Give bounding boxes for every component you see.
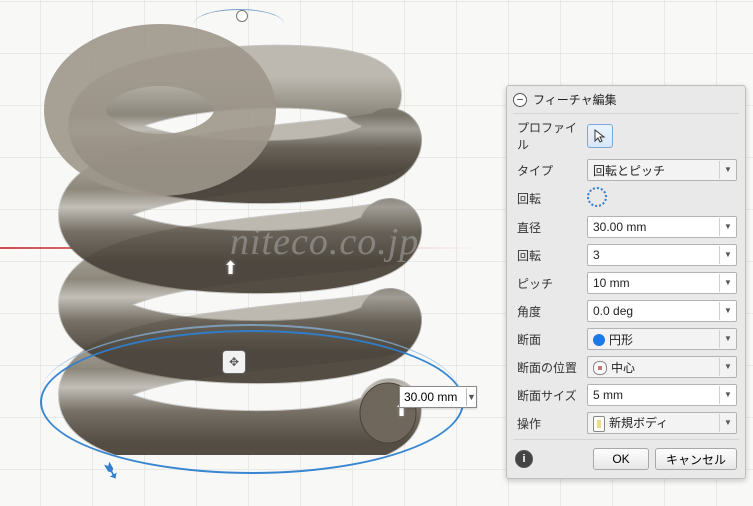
operation-value: 新規ボディ xyxy=(609,416,668,430)
revolutions-label: 回転 xyxy=(517,247,581,264)
chevron-down-icon: ▼ xyxy=(719,330,736,348)
chevron-down-icon: ▼ xyxy=(719,161,736,179)
chevron-down-icon: ▼ xyxy=(719,274,736,292)
chevron-down-icon: ▼ xyxy=(719,358,736,376)
rotation-direction-button[interactable] xyxy=(587,187,737,210)
section-label: 断面 xyxy=(517,331,581,348)
section-dropdown[interactable]: 円形 ▼ xyxy=(587,328,737,350)
collapse-toggle-icon[interactable]: – xyxy=(513,93,527,107)
section-size-input[interactable]: 5 mm ▼ xyxy=(587,384,737,406)
section-position-dropdown[interactable]: 中心 ▼ xyxy=(587,356,737,378)
chevron-down-icon: ▼ xyxy=(719,414,736,432)
pitch-input[interactable]: 10 mm ▼ xyxy=(587,272,737,294)
profile-label: プロファイル xyxy=(517,119,581,153)
ok-button[interactable]: OK xyxy=(593,448,649,470)
pitch-value: 10 mm xyxy=(588,276,719,290)
center-icon xyxy=(593,361,607,375)
pitch-label: ピッチ xyxy=(517,275,581,292)
section-position-label: 断面の位置 xyxy=(517,359,581,376)
section-size-value: 5 mm xyxy=(588,388,719,402)
chevron-down-icon[interactable]: ▼ xyxy=(466,388,476,406)
profile-select-button[interactable] xyxy=(587,124,613,148)
diameter-ring-gizmo-back xyxy=(40,324,460,466)
operation-dropdown[interactable]: 新規ボディ ▼ xyxy=(587,412,737,434)
diameter-value: 30.00 mm xyxy=(588,220,719,234)
diameter-input[interactable]: 30.00 mm ▼ xyxy=(587,216,737,238)
viewport-canvas[interactable]: ⬆ ⬆ ➴ ✥ niteco.co.jp ▼ – フィーチャ編集 プロファイル … xyxy=(0,0,753,506)
rotation-arrow-icon[interactable]: ➴ xyxy=(99,456,124,486)
chevron-down-icon: ▼ xyxy=(719,246,736,264)
top-handle-dot[interactable] xyxy=(236,10,248,22)
center-manipulator-handle[interactable]: ✥ xyxy=(222,350,246,374)
inline-dimension-field[interactable] xyxy=(400,389,466,405)
info-icon[interactable]: i xyxy=(515,450,533,468)
chevron-down-icon: ▼ xyxy=(719,386,736,404)
cursor-icon xyxy=(593,129,607,143)
angle-value: 0.0 deg xyxy=(588,304,719,318)
feature-edit-panel: – フィーチャ編集 プロファイル タイプ 回転とピッチ ▼ 回転 直径 30.0… xyxy=(506,85,746,479)
chevron-down-icon: ▼ xyxy=(719,218,736,236)
operation-label: 操作 xyxy=(517,415,581,432)
angle-label: 角度 xyxy=(517,303,581,320)
chevron-down-icon: ▼ xyxy=(719,302,736,320)
revolutions-value: 3 xyxy=(588,248,719,262)
revolutions-input[interactable]: 3 ▼ xyxy=(587,244,737,266)
angle-input[interactable]: 0.0 deg ▼ xyxy=(587,300,737,322)
rotate-icon xyxy=(587,187,607,207)
type-dropdown[interactable]: 回転とピッチ ▼ xyxy=(587,159,737,181)
arrow-up-icon[interactable]: ⬆ xyxy=(223,258,238,279)
panel-title: フィーチャ編集 xyxy=(533,91,617,108)
section-size-label: 断面サイズ xyxy=(517,387,581,404)
section-value: 円形 xyxy=(609,333,633,347)
rotation-dir-label: 回転 xyxy=(517,190,581,207)
new-body-icon xyxy=(593,416,605,432)
diameter-label: 直径 xyxy=(517,219,581,236)
cancel-button[interactable]: キャンセル xyxy=(655,448,737,470)
section-position-value: 中心 xyxy=(611,361,635,375)
inline-dimension-input[interactable]: ▼ xyxy=(399,386,477,408)
circle-icon xyxy=(593,334,605,346)
type-value: 回転とピッチ xyxy=(588,162,719,179)
type-label: タイプ xyxy=(517,162,581,179)
